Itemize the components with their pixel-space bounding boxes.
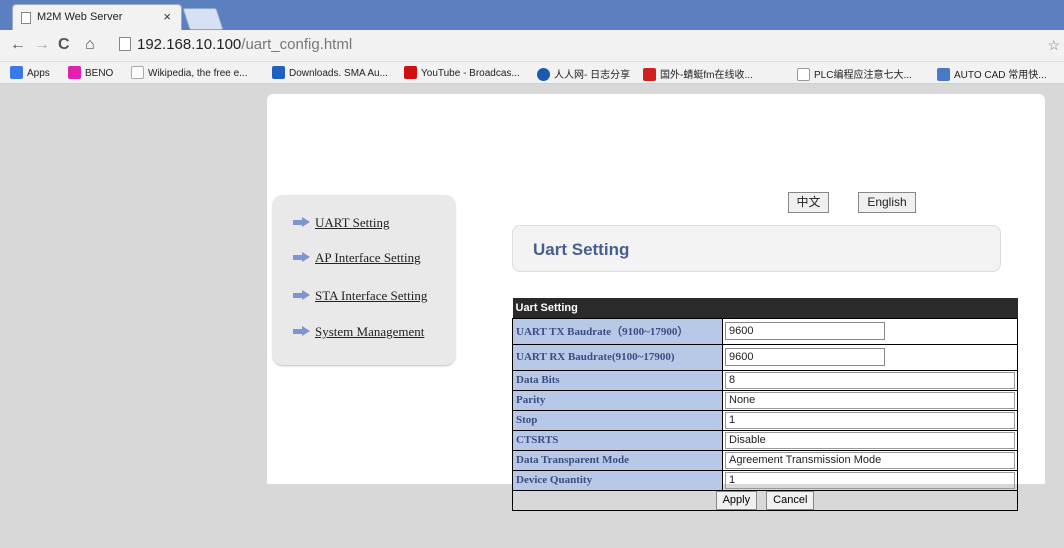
ctsrts-select[interactable]: Disable xyxy=(725,431,1015,449)
tx-baudrate-label: UART TX Baudrate（9100~17900） xyxy=(512,317,723,345)
bookmark-label: PLC编程应注意七大... xyxy=(814,70,912,81)
table-header: Uart Setting xyxy=(512,298,1018,318)
bookmark-label: 国外-蜻蜓fm在线收... xyxy=(660,70,753,81)
bookmark-label: Wikipedia, the free e... xyxy=(148,68,248,79)
stop-select[interactable]: 1 xyxy=(725,411,1015,429)
youtube-icon xyxy=(404,66,417,79)
page-icon xyxy=(119,37,131,51)
table-row: Parity None xyxy=(512,389,1018,411)
back-icon[interactable]: ← xyxy=(10,36,26,54)
bookmark-apps[interactable]: Apps xyxy=(10,66,50,79)
rx-baudrate-input[interactable]: 9600 xyxy=(725,348,885,366)
parity-select[interactable]: None xyxy=(725,391,1015,409)
rx-baudrate-label: UART RX Baudrate(9100~17900) xyxy=(512,343,723,371)
beno-icon xyxy=(68,66,81,79)
close-icon[interactable]: × xyxy=(163,9,171,24)
sidebar-item-label: UART Setting xyxy=(315,215,390,230)
bookmarks-bar: Apps BENO Wikipedia, the free e... Downl… xyxy=(0,62,1064,84)
parity-label: Parity xyxy=(512,389,723,411)
english-language-button[interactable]: English xyxy=(858,192,916,213)
renren-icon xyxy=(537,68,550,81)
forward-icon[interactable]: → xyxy=(34,36,50,54)
transparent-mode-select[interactable]: Agreement Transmission Mode xyxy=(725,451,1015,469)
url-path: /uart_config.html xyxy=(241,36,353,53)
table-row: Data Bits 8 xyxy=(512,369,1018,391)
bookmark-youtube[interactable]: YouTube - Broadcas... xyxy=(404,66,520,79)
tx-baudrate-input[interactable]: 9600 xyxy=(725,322,885,340)
cancel-button[interactable]: Cancel xyxy=(766,490,815,510)
browser-tab[interactable]: M2M Web Server × xyxy=(12,4,182,30)
page-icon xyxy=(797,68,810,81)
qingting-icon xyxy=(643,68,656,81)
browser-toolbar: ← → C ⌂ 192.168.10.100/uart_config.html … xyxy=(0,30,1064,62)
url-host: 192.168.10.100 xyxy=(137,36,242,53)
bookmark-plc[interactable]: PLC编程应注意七大... xyxy=(797,66,912,81)
sidebar-item-label: System Management xyxy=(315,324,425,339)
table-row: UART RX Baudrate(9100~17900) 9600 xyxy=(512,343,1018,371)
sidebar-menu: UART Setting AP Interface Setting STA In… xyxy=(273,195,455,365)
transparent-mode-label: Data Transparent Mode xyxy=(512,449,723,471)
browser-tabstrip: M2M Web Server × xyxy=(0,0,1064,30)
sidebar-item-system-management[interactable]: System Management xyxy=(293,324,424,340)
arrow-right-icon xyxy=(293,252,311,263)
sidebar-item-label: STA Interface Setting xyxy=(315,288,428,303)
data-bits-select[interactable]: 8 xyxy=(725,371,1015,389)
sidebar-item-uart-setting[interactable]: UART Setting xyxy=(293,215,389,231)
table-row: UART TX Baudrate（9100~17900） 9600 xyxy=(512,317,1018,345)
bookmark-label: YouTube - Broadcas... xyxy=(421,68,520,79)
data-bits-label: Data Bits xyxy=(512,369,723,391)
reload-icon[interactable]: C xyxy=(58,36,70,54)
bookmark-star-icon[interactable]: ☆ xyxy=(1047,37,1060,54)
table-row: Device Quantity 1 xyxy=(512,469,1018,491)
sma-icon xyxy=(272,66,285,79)
bookmark-autocad[interactable]: AUTO CAD 常用快... xyxy=(937,66,1047,81)
new-tab-button[interactable] xyxy=(182,8,224,30)
device-quantity-select[interactable]: 1 xyxy=(725,471,1015,489)
wikipedia-icon xyxy=(131,66,144,79)
table-row: Data Transparent Mode Agreement Transmis… xyxy=(512,449,1018,471)
table-row: CTSRTS Disable xyxy=(512,429,1018,451)
tab-title: M2M Web Server xyxy=(37,11,123,23)
bookmark-label: BENO xyxy=(85,68,114,79)
sidebar-item-sta-interface[interactable]: STA Interface Setting xyxy=(293,288,427,304)
bookmark-label: Apps xyxy=(27,68,50,79)
arrow-right-icon xyxy=(293,217,311,228)
bookmark-label: AUTO CAD 常用快... xyxy=(954,70,1047,81)
apply-button[interactable]: Apply xyxy=(715,490,758,510)
stop-label: Stop xyxy=(512,409,723,431)
bookmark-qingting[interactable]: 国外-蜻蜓fm在线收... xyxy=(643,66,753,81)
bookmark-beno[interactable]: BENO xyxy=(68,66,113,79)
sidebar-item-label: AP Interface Setting xyxy=(315,250,421,265)
bookmark-renren[interactable]: 人人网- 日志分享 xyxy=(537,66,630,81)
apps-icon xyxy=(10,66,23,79)
arrow-right-icon xyxy=(293,290,311,301)
bookmark-label: 人人网- 日志分享 xyxy=(554,70,631,81)
sidebar-item-ap-interface[interactable]: AP Interface Setting xyxy=(293,250,421,266)
bookmark-sma[interactable]: Downloads. SMA Au... xyxy=(272,66,388,79)
device-quantity-label: Device Quantity xyxy=(512,469,723,491)
page-icon xyxy=(21,12,31,24)
address-bar[interactable]: 192.168.10.100/uart_config.html xyxy=(119,33,1039,57)
ctsrts-label: CTSRTS xyxy=(512,429,723,451)
chinese-language-button[interactable]: 中文 xyxy=(788,192,829,213)
section-heading: Uart Setting xyxy=(533,240,630,259)
home-icon[interactable]: ⌂ xyxy=(85,36,95,54)
table-row: Apply Cancel xyxy=(512,489,1018,511)
uart-settings-table: Uart Setting UART TX Baudrate（9100~17900… xyxy=(512,298,1018,511)
section-heading-box: Uart Setting xyxy=(512,225,1001,272)
table-row: Stop 1 xyxy=(512,409,1018,431)
bookmark-wikipedia[interactable]: Wikipedia, the free e... xyxy=(131,66,248,79)
autocad-icon xyxy=(937,68,950,81)
bookmark-label: Downloads. SMA Au... xyxy=(289,68,388,79)
arrow-right-icon xyxy=(293,326,311,337)
